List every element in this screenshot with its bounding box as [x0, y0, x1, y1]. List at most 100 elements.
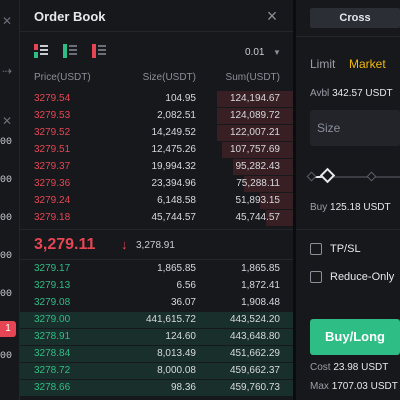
order-book-row[interactable]: 3279.51 12,475.26 107,757.69 — [20, 142, 293, 158]
row-price: 3279.36 — [34, 178, 71, 189]
buy-label: Buy — [310, 202, 328, 213]
row-sum: 1,908.48 — [241, 297, 280, 308]
book-asks-only-icon[interactable] — [92, 44, 106, 58]
notification-badge: 1 — [0, 321, 16, 337]
order-book-row[interactable]: 3279.13 6.56 1,872.41 — [20, 278, 293, 294]
margin-mode-button[interactable]: Cross — [310, 8, 400, 28]
precision-select[interactable]: 0.01 — [245, 47, 264, 58]
tab-market[interactable]: Market — [349, 57, 386, 71]
row-price: 3279.17 — [34, 263, 71, 274]
row-size: 6,148.58 — [157, 195, 196, 206]
row-size: 441,615.72 — [145, 314, 196, 325]
row-price: 3279.54 — [34, 93, 71, 104]
order-book-row[interactable]: 3279.00 441,615.72 443,524.20 — [20, 312, 293, 328]
tpsl-checkbox[interactable] — [310, 243, 322, 255]
row-price: 3279.08 — [34, 297, 71, 308]
tab-limit[interactable]: Limit — [310, 57, 335, 71]
order-book-row[interactable]: 3279.53 2,082.51 124,089.72 — [20, 108, 293, 124]
row-size: 104.95 — [165, 93, 196, 104]
size-field[interactable] — [310, 110, 400, 146]
chevron-down-icon[interactable]: ▼ — [273, 48, 281, 57]
row-sum: 95,282.43 — [235, 161, 281, 172]
row-sum: 107,757.69 — [229, 144, 280, 155]
order-book-row[interactable]: 3278.84 8,013.49 451,662.29 — [20, 346, 293, 362]
order-book-row[interactable]: 3279.36 23,394.96 75,288.11 — [20, 176, 293, 192]
divider — [20, 31, 293, 32]
size-input[interactable] — [310, 110, 400, 146]
book-both-sides-icon[interactable] — [34, 44, 48, 58]
row-sum: 1,872.41 — [241, 280, 280, 291]
max-label: Max — [310, 381, 329, 392]
row-price: 3279.00 — [34, 314, 71, 325]
buy-long-button[interactable]: Buy/Long — [310, 319, 400, 355]
avbl-label: Avbl — [310, 88, 330, 99]
row-size: 23,394.96 — [151, 178, 197, 189]
row-price: 3278.66 — [34, 382, 71, 393]
row-price: 3279.51 — [34, 144, 71, 155]
left-value: 00 — [0, 351, 13, 362]
order-book-row[interactable]: 3279.24 6,148.58 51,893.15 — [20, 193, 293, 209]
left-value: 00 — [0, 213, 13, 224]
row-size: 36.07 — [170, 297, 196, 308]
left-value: 00 — [0, 251, 13, 262]
row-sum: 51,893.15 — [235, 195, 281, 206]
row-sum: 459,760.73 — [229, 382, 280, 393]
mark-price: 3,278.91 — [136, 240, 175, 251]
row-sum: 124,194.67 — [229, 93, 280, 104]
row-size: 45,744.57 — [151, 212, 197, 223]
row-size: 8,000.08 — [157, 365, 196, 376]
order-book-row[interactable]: 3279.18 45,744.57 45,744.57 — [20, 210, 293, 226]
slider-thumb[interactable] — [319, 167, 336, 184]
order-book-row[interactable]: 3279.17 1,865.85 1,865.85 — [20, 261, 293, 277]
row-price: 3279.53 — [34, 110, 71, 121]
order-book-row[interactable]: 3279.37 19,994.32 95,282.43 — [20, 159, 293, 175]
max-value: 1707.03 USDT — [331, 381, 398, 392]
cost-value: 23.98 USDT — [333, 362, 389, 373]
divider — [296, 229, 400, 230]
header-sum: Sum(USDT) — [225, 72, 280, 83]
row-price: 3279.37 — [34, 161, 71, 172]
order-book-panel: Order Book × 0.01 ▼ Price(USDT) Size(USD… — [20, 0, 293, 400]
row-sum: 124,089.72 — [229, 110, 280, 121]
order-book-row[interactable]: 3278.72 8,000.08 459,662.37 — [20, 363, 293, 379]
slider-step[interactable] — [366, 171, 377, 182]
row-sum: 443,524.20 — [229, 314, 280, 325]
order-book-row[interactable]: 3279.08 36.07 1,908.48 — [20, 295, 293, 311]
row-sum: 1,865.85 — [241, 263, 280, 274]
reduce-only-checkbox[interactable] — [310, 271, 322, 283]
arrow-down-icon: ↓ — [121, 237, 128, 252]
header-price: Price(USDT) — [34, 72, 91, 83]
row-size: 6.56 — [176, 280, 196, 291]
cost-info: Cost 23.98 USDT — [310, 362, 388, 373]
divider — [296, 36, 400, 37]
cost-label: Cost — [310, 362, 331, 373]
row-size: 1,865.85 — [157, 263, 196, 274]
close-icon[interactable]: ✕ — [2, 14, 16, 28]
row-size: 8,013.49 — [157, 348, 196, 359]
tpsl-label[interactable]: TP/SL — [330, 243, 361, 255]
slider-step[interactable] — [306, 171, 317, 182]
row-sum: 451,662.29 — [229, 348, 280, 359]
reduce-only-label[interactable]: Reduce-Only — [330, 271, 394, 283]
row-price: 3279.13 — [34, 280, 71, 291]
arrow-icon[interactable]: ⇢ — [2, 64, 16, 78]
order-book-row[interactable]: 3279.54 104.95 124,194.67 — [20, 91, 293, 107]
row-price: 3278.84 — [34, 348, 71, 359]
row-size: 2,082.51 — [157, 110, 196, 121]
max-info: Max 1707.03 USDT — [310, 381, 398, 392]
row-sum: 122,007.21 — [229, 127, 280, 138]
close-icon[interactable]: × — [264, 7, 280, 25]
order-book-row[interactable]: 3278.91 124.60 443,648.80 — [20, 329, 293, 345]
close-icon[interactable]: ✕ — [2, 114, 16, 128]
order-book-row[interactable]: 3278.66 98.36 459,760.73 — [20, 380, 293, 396]
last-price: 3,279.11 — [34, 236, 96, 253]
row-price: 3278.72 — [34, 365, 71, 376]
order-book-title: Order Book — [34, 9, 106, 24]
book-bids-only-icon[interactable] — [63, 44, 77, 58]
row-price: 3278.91 — [34, 331, 71, 342]
buy-available: Buy 125.18 USDT — [310, 202, 391, 213]
row-price: 3279.18 — [34, 212, 71, 223]
left-value: 00 — [0, 137, 13, 148]
row-size: 124.60 — [165, 331, 196, 342]
order-book-row[interactable]: 3279.52 14,249.52 122,007.21 — [20, 125, 293, 141]
